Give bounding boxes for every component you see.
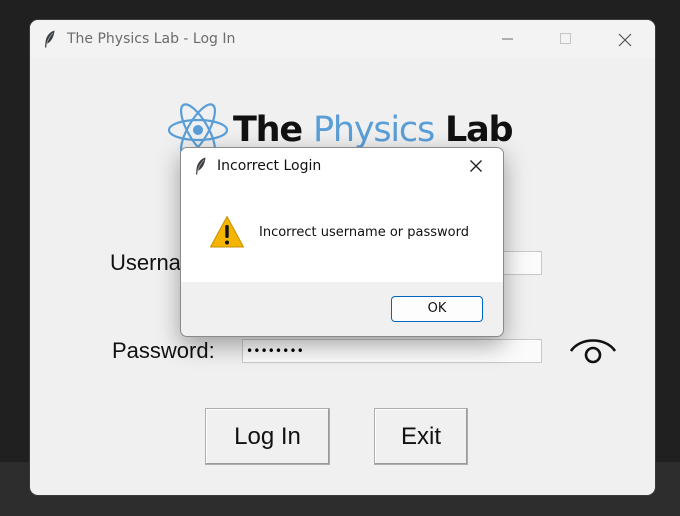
login-button[interactable]: Log In [205,408,330,465]
dialog-titlebar[interactable]: Incorrect Login [181,148,503,185]
feather-icon [44,30,56,48]
exit-button[interactable]: Exit [374,408,468,465]
dialog-close-button[interactable] [461,152,491,180]
close-button[interactable] [601,20,647,58]
close-icon [618,33,632,47]
close-icon [470,160,482,172]
logo-word-physics: Physics [312,110,435,150]
maximize-icon [560,33,571,44]
password-field[interactable]: •••••••• [242,339,542,363]
maximize-button[interactable] [543,20,589,58]
logo-word-the: The [233,110,303,150]
warning-icon [210,216,244,248]
incorrect-login-dialog: Incorrect Login Incorrect username or pa… [180,147,504,337]
feather-icon [195,157,207,175]
window-title: The Physics Lab - Log In [67,31,236,47]
minimize-icon [502,38,513,40]
minimize-button[interactable] [485,20,531,58]
dialog-message: Incorrect username or password [259,225,469,240]
eye-icon[interactable] [568,333,618,367]
logo-word-lab: Lab [444,110,514,150]
ok-button[interactable]: OK [391,296,483,322]
password-label: Password: [112,338,215,363]
dialog-title: Incorrect Login [217,158,322,174]
window-titlebar[interactable]: The Physics Lab - Log In [30,20,655,58]
dialog-body: Incorrect username or password [181,185,503,282]
